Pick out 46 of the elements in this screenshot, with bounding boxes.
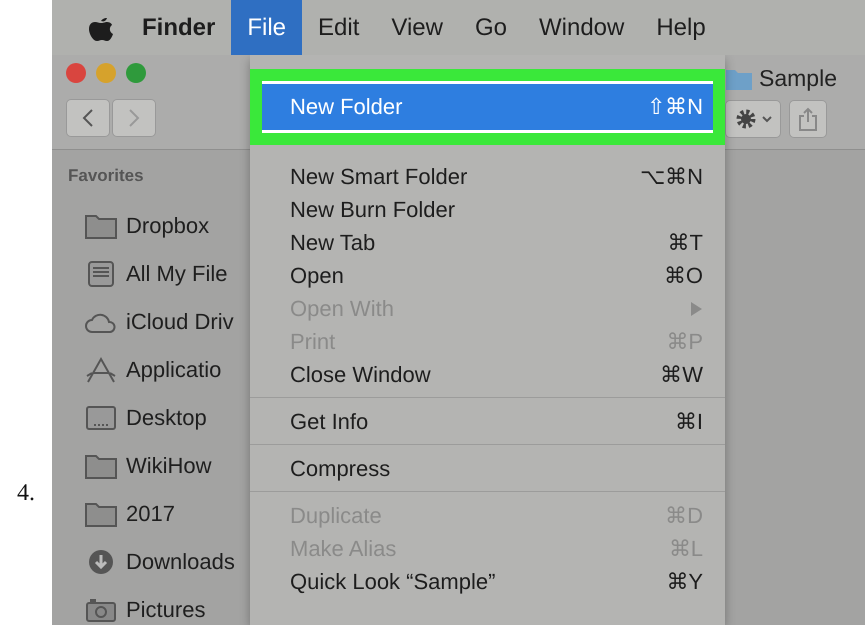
sidebar-item[interactable]: All My File: [126, 261, 228, 287]
compass-a-icon: [84, 356, 118, 384]
share-icon: [798, 107, 818, 131]
sidebar-item[interactable]: Pictures: [126, 597, 206, 623]
menu-item[interactable]: Close Window ⌘W: [250, 358, 725, 391]
submenu-arrow-icon: [689, 300, 703, 316]
menu-bar-item[interactable]: Go: [458, 0, 523, 55]
app-menu[interactable]: Finder: [126, 0, 232, 55]
folder-icon: [84, 212, 118, 240]
menu-item[interactable]: New Tab ⌘T: [250, 226, 725, 259]
menu-bar-item[interactable]: File: [231, 0, 302, 55]
menu-item[interactable]: Get Info ⌘I: [250, 405, 725, 438]
sidebar-item[interactable]: Desktop: [126, 405, 207, 431]
action-button[interactable]: [725, 100, 781, 138]
menu-item[interactable]: Quick Look “Sample” ⌘Y: [250, 565, 725, 598]
back-button[interactable]: [66, 99, 110, 137]
window-title: Sample: [759, 65, 837, 92]
menu-bar-item[interactable]: Help: [640, 0, 722, 55]
folder-icon: [84, 452, 118, 480]
step-number: 4.: [17, 480, 35, 507]
close-button[interactable]: [66, 63, 86, 83]
sidebar-item[interactable]: iCloud Driv: [126, 309, 234, 335]
sidebar-item[interactable]: Downloads: [126, 549, 235, 575]
chevron-left-icon: [82, 108, 94, 128]
menu-item[interactable]: New Burn Folder: [250, 193, 725, 226]
share-button[interactable]: [789, 100, 827, 138]
menu-bar-item[interactable]: Window: [522, 0, 640, 55]
sidebar-item[interactable]: WikiHow: [126, 453, 212, 479]
menu-bar-item[interactable]: Edit: [302, 0, 376, 55]
camera-icon: [84, 596, 118, 624]
sidebar-item[interactable]: Dropbox: [126, 213, 210, 239]
menu-item[interactable]: Open ⌘O: [250, 259, 725, 292]
sidebar-heading: Favorites: [68, 166, 145, 186]
menu-bar-item[interactable]: View: [375, 0, 459, 55]
gear-icon: [734, 107, 758, 131]
minimize-button[interactable]: [96, 63, 116, 83]
highlighted-menu-item[interactable]: New Folder ⇧⌘N: [250, 69, 725, 145]
zoom-button[interactable]: [126, 63, 146, 83]
desktop-icon: [84, 404, 118, 432]
sidebar-item[interactable]: Applicatio: [126, 357, 222, 383]
menu-item[interactable]: New Smart Folder ⌥⌘N: [250, 160, 725, 193]
menu-item[interactable]: Compress: [250, 452, 725, 485]
chevron-right-icon: [128, 108, 140, 128]
caret-icon: [762, 115, 772, 123]
sidebar-item[interactable]: 2017: [126, 501, 175, 527]
folder-icon: [84, 500, 118, 528]
